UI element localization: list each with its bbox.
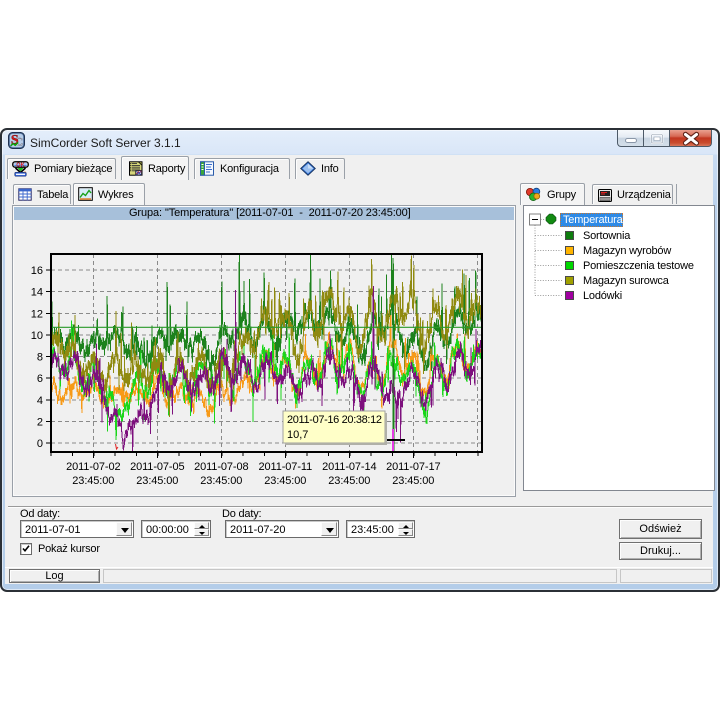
svg-text:14: 14 — [31, 287, 43, 299]
svg-text:23:45:00: 23:45:00 — [200, 475, 242, 487]
svg-text:23:45:00: 23:45:00 — [264, 475, 306, 487]
svg-text:23:45:00: 23:45:00 — [328, 475, 370, 487]
svg-text:2011-07-14: 2011-07-14 — [322, 461, 376, 473]
svg-text:23:45:00: 23:45:00 — [136, 475, 178, 487]
svg-text:23:45:00: 23:45:00 — [392, 475, 434, 487]
svg-text:6: 6 — [37, 373, 43, 385]
svg-text:10,7: 10,7 — [287, 429, 308, 441]
svg-text:2011-07-08: 2011-07-08 — [194, 461, 248, 473]
svg-text:S: S — [11, 133, 19, 148]
svg-text:2011-07-11: 2011-07-11 — [258, 461, 312, 473]
svg-text:2011-07-17: 2011-07-17 — [386, 461, 440, 473]
svg-text:10: 10 — [31, 330, 43, 342]
svg-text:2011-07-02: 2011-07-02 — [66, 461, 120, 473]
svg-text:12: 12 — [31, 308, 43, 320]
svg-text:2011-07-16 20:38:12: 2011-07-16 20:38:12 — [287, 414, 382, 426]
svg-text:23:45:00: 23:45:00 — [72, 475, 114, 487]
svg-text:0: 0 — [37, 438, 43, 450]
svg-text:2011-07-05: 2011-07-05 — [130, 461, 184, 473]
svg-text:8: 8 — [37, 352, 43, 364]
svg-text:OK: OK — [16, 162, 24, 168]
svg-text:2: 2 — [37, 416, 43, 428]
svg-text:4: 4 — [37, 395, 43, 407]
svg-text:16: 16 — [31, 265, 43, 277]
